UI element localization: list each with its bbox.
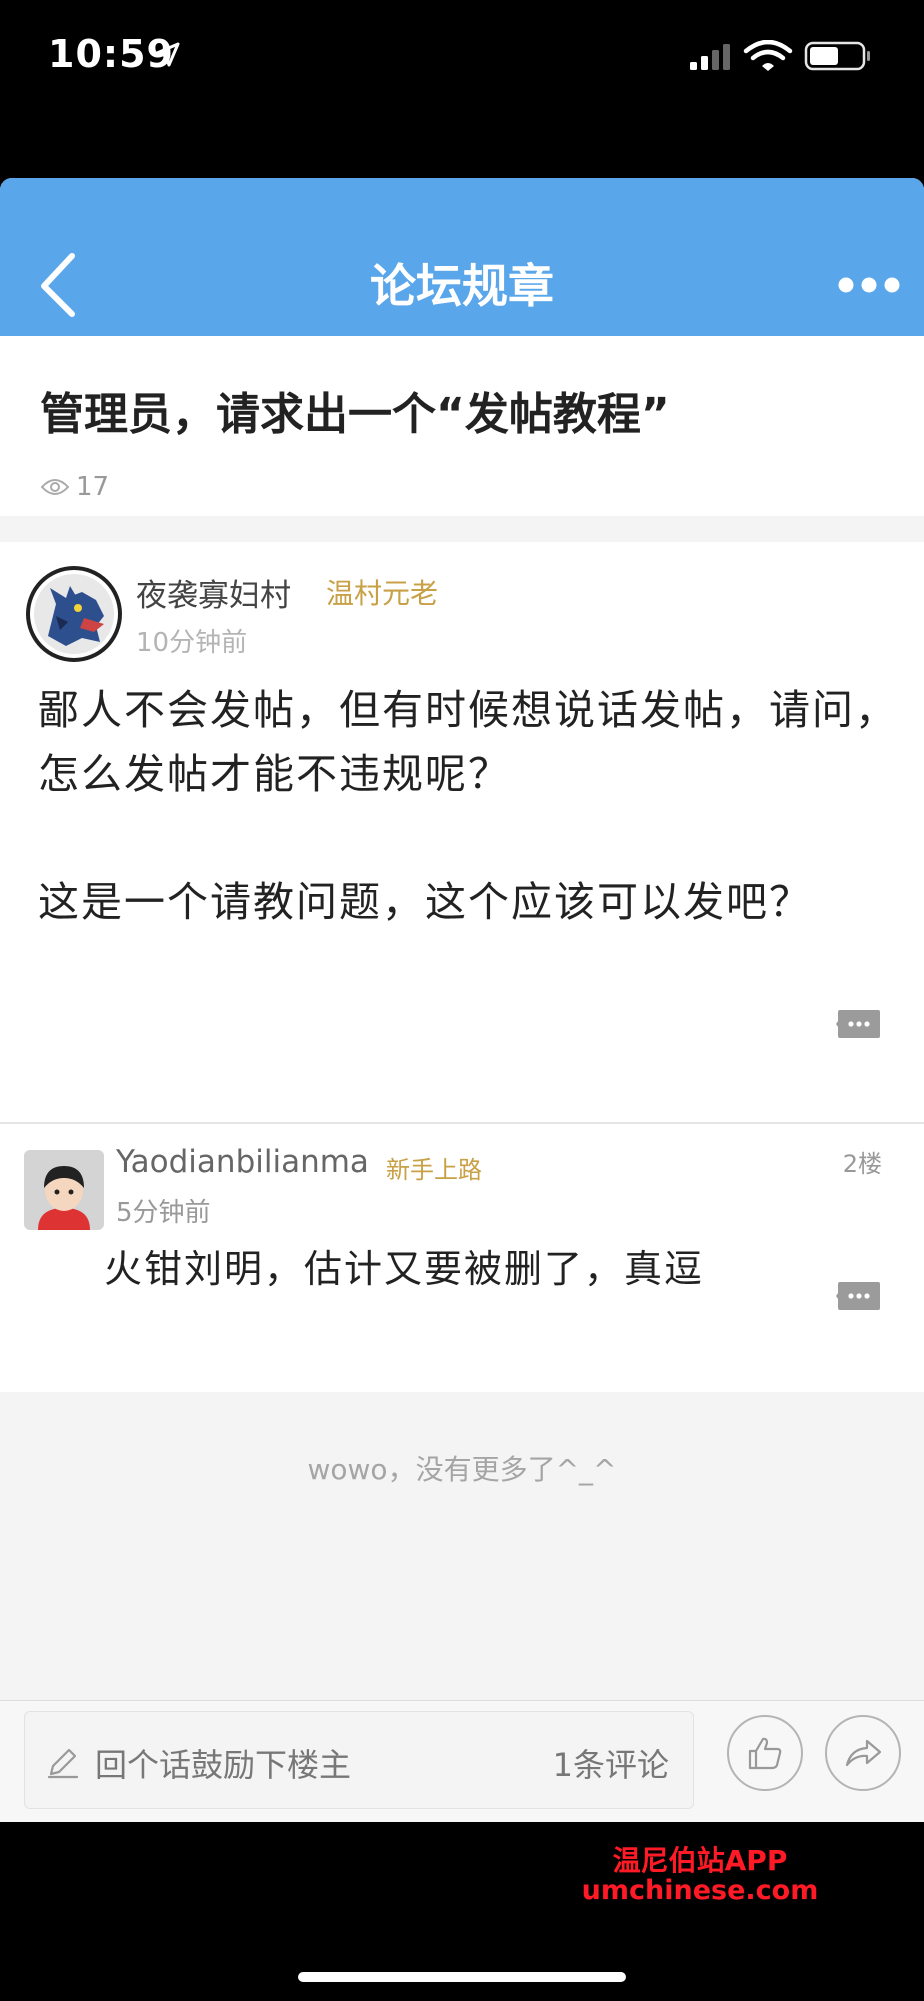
avatar[interactable] <box>26 566 122 662</box>
end-of-list-text: wowo，没有更多了^_^ <box>307 1453 617 1486</box>
thread-header: 管理员，请求出一个“发帖教程” 17 <box>0 336 924 516</box>
author-badge: 新手上路 <box>386 1156 482 1184</box>
bottom-bar: 回个话鼓励下楼主 1条评论 <box>0 1700 924 1822</box>
author-badge: 温村元老 <box>326 577 439 610</box>
comment-count[interactable]: 1条评论 <box>553 1740 669 1786</box>
navbar: 论坛规章 <box>0 178 924 336</box>
reply-time: 5分钟前 <box>116 1198 211 1228</box>
reply-placeholder: 回个话鼓励下楼主 <box>95 1746 352 1784</box>
more-icon[interactable] <box>836 274 902 296</box>
avatar[interactable] <box>24 1150 104 1230</box>
app-screen: 论坛规章 管理员，请求出一个“发帖教程” 17 夜袭寡妇村 温村元老 10分钟前… <box>0 178 924 1822</box>
post-paragraph: 鄙人不会发帖，但有时候想说话发帖，请问，怎么发帖才能不违规呢？ <box>38 686 898 798</box>
reply-input[interactable]: 回个话鼓励下楼主 1条评论 <box>24 1711 694 1809</box>
floor-number: 2楼 <box>842 1150 882 1178</box>
reply-author[interactable]: Yaodianbilianma <box>116 1144 369 1180</box>
view-count: 17 <box>40 472 109 502</box>
eye-icon <box>40 479 70 495</box>
post-paragraph: 这是一个请教问题，这个应该可以发吧？ <box>38 878 812 926</box>
reply-item: Yaodianbilianma 新手上路 2楼 5分钟前 火钳刘明，估计又要被删… <box>0 1124 924 1392</box>
post-content: 鄙人不会发帖，但有时候想说话发帖，请问，怎么发帖才能不违规呢？ 这是一个请教问题… <box>38 678 898 934</box>
status-icons <box>690 39 890 76</box>
post-author[interactable]: 夜袭寡妇村 <box>136 570 291 615</box>
view-count-value: 17 <box>76 472 110 502</box>
comment-icon[interactable] <box>836 1278 882 1316</box>
watermark-line2: umchinese.com <box>581 1875 819 1906</box>
watermark: 温尼伯站APP umchinese.com <box>570 1846 830 1906</box>
thread-title: 管理员，请求出一个“发帖教程” <box>40 389 670 440</box>
post-time: 10分钟前 <box>136 628 248 658</box>
share-arrow-icon <box>845 1739 882 1767</box>
signal-wifi-battery-icon <box>690 39 870 71</box>
home-indicator[interactable] <box>298 1972 626 1982</box>
like-button[interactable] <box>727 1715 803 1791</box>
main-post: 夜袭寡妇村 温村元老 10分钟前 鄙人不会发帖，但有时候想说话发帖，请问，怎么发… <box>0 542 924 1122</box>
pencil-icon <box>47 1748 79 1779</box>
watermark-line1: 温尼伯站APP <box>612 1844 788 1877</box>
page-title: 论坛规章 <box>370 259 554 313</box>
reply-content: 火钳刘明，估计又要被删了，真逗 <box>104 1247 705 1291</box>
status-bar: 10:59 <box>0 0 924 110</box>
thumbs-up-icon <box>748 1737 782 1770</box>
share-button[interactable] <box>825 1715 901 1791</box>
comment-icon[interactable] <box>836 1006 882 1044</box>
location-arrow-icon <box>155 42 180 67</box>
